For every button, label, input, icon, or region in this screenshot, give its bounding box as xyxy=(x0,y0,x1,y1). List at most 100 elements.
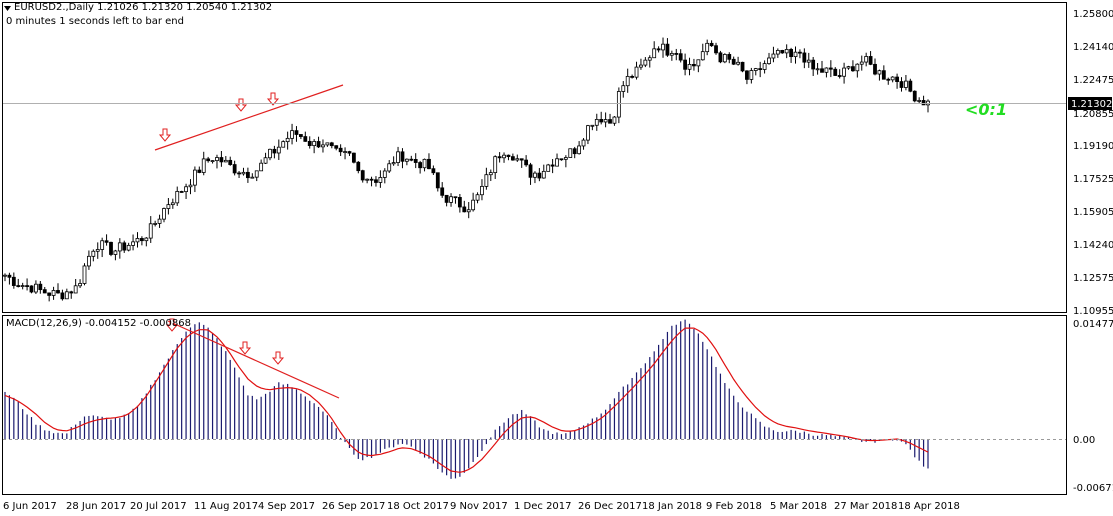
candle xyxy=(435,172,440,192)
candle xyxy=(307,136,312,149)
price-tick: 1.19190 xyxy=(1073,141,1113,152)
candle xyxy=(126,242,131,252)
candle xyxy=(661,37,665,58)
candle xyxy=(820,60,824,73)
candle xyxy=(515,154,520,162)
candle xyxy=(519,158,524,168)
candle xyxy=(281,140,286,148)
candle xyxy=(908,78,913,93)
candle xyxy=(148,216,153,243)
candle xyxy=(502,152,506,163)
candle xyxy=(577,141,582,155)
candle xyxy=(811,56,816,76)
candle xyxy=(254,170,259,182)
candle xyxy=(135,232,140,248)
candle xyxy=(374,176,378,187)
macd-tick: 0.00 xyxy=(1073,435,1095,446)
candle xyxy=(51,286,56,300)
candle xyxy=(714,42,718,55)
candle xyxy=(837,69,842,79)
candle xyxy=(639,58,643,70)
candle xyxy=(298,134,303,140)
candle xyxy=(656,46,661,53)
candle xyxy=(621,81,626,98)
candle xyxy=(237,170,241,179)
price-tick: 1.20855 xyxy=(1073,109,1113,120)
symbol-dropdown-icon[interactable] xyxy=(4,6,11,11)
candle xyxy=(325,142,330,147)
price-annotations xyxy=(154,84,344,151)
candle xyxy=(700,43,705,61)
candle xyxy=(484,167,489,190)
candle xyxy=(444,194,449,207)
price-y-axis: 1.25800 1.24140 1.22475 1.20855 1.19190 … xyxy=(1073,9,1113,317)
candle xyxy=(184,183,188,200)
candle xyxy=(762,60,767,74)
candle xyxy=(250,173,255,179)
candle xyxy=(462,200,467,213)
candle xyxy=(329,141,334,149)
candle xyxy=(550,158,555,174)
candle xyxy=(674,48,679,61)
candle xyxy=(899,77,904,92)
candle xyxy=(802,48,807,69)
candle xyxy=(166,198,171,215)
candle xyxy=(563,155,568,168)
candle xyxy=(201,151,206,176)
candle xyxy=(722,53,727,64)
candle xyxy=(87,250,91,270)
candle xyxy=(347,150,352,156)
candle xyxy=(612,116,617,126)
candle xyxy=(603,112,608,128)
candle xyxy=(422,158,427,172)
candle xyxy=(524,155,529,167)
x-tick: 18 Apr 2018 xyxy=(898,501,960,512)
candle xyxy=(369,176,374,187)
candle xyxy=(170,198,175,209)
x-tick: 27 Mar 2018 xyxy=(834,501,897,512)
candle xyxy=(912,90,917,103)
candle xyxy=(20,282,25,290)
candle xyxy=(197,166,202,174)
candle xyxy=(559,158,564,161)
candle xyxy=(687,57,692,76)
candle xyxy=(709,40,714,47)
macd-signal-line xyxy=(4,327,929,473)
down-arrow-icon xyxy=(238,341,252,355)
candle xyxy=(192,166,197,193)
candle xyxy=(784,44,789,59)
candle xyxy=(877,69,882,81)
candle xyxy=(510,153,515,161)
candle xyxy=(91,249,96,262)
candle xyxy=(321,139,325,153)
candle xyxy=(590,124,595,131)
candle xyxy=(652,41,657,59)
candle xyxy=(873,58,877,76)
candle xyxy=(215,154,219,169)
candle xyxy=(356,161,361,174)
candle xyxy=(16,278,21,288)
candle xyxy=(294,126,299,142)
candle xyxy=(365,178,370,184)
candle xyxy=(453,196,458,204)
candle xyxy=(263,152,268,165)
candle xyxy=(303,131,308,142)
x-axis: 6 Jun 2017 28 Jun 2017 20 Jul 2017 11 Au… xyxy=(3,501,960,512)
chart-canvas[interactable]: 1.21302 1.25800 1.24140 1.22475 1.20855 … xyxy=(0,0,1113,516)
candle xyxy=(418,160,423,174)
candle xyxy=(206,156,211,163)
candle xyxy=(162,207,166,223)
candle xyxy=(506,154,511,161)
candle xyxy=(312,139,317,154)
candle xyxy=(343,147,347,160)
candle xyxy=(413,153,418,169)
macd-annotations xyxy=(165,318,340,399)
candle xyxy=(475,192,480,204)
candle xyxy=(316,136,321,149)
candle xyxy=(400,148,405,169)
candle xyxy=(608,113,612,124)
candle xyxy=(488,169,493,182)
candle xyxy=(780,49,785,54)
price-panel-frame xyxy=(2,2,1067,313)
candle xyxy=(391,156,396,166)
